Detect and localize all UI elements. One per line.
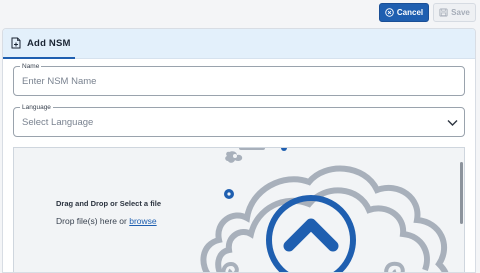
save-label: Save (451, 8, 470, 17)
add-document-icon (11, 37, 21, 49)
scroll-thumb[interactable] (460, 162, 463, 224)
chevron-down-icon[interactable] (447, 119, 458, 127)
file-dropzone[interactable]: Drag and Drop or Select a file Drop file… (13, 147, 465, 272)
language-select[interactable]: Language Select Language (13, 103, 465, 137)
tab-title: Add NSM (27, 37, 71, 49)
panel-header: Add NSM (3, 29, 475, 59)
save-icon (439, 8, 448, 17)
tab-add-nsm[interactable]: Add NSM (3, 29, 75, 59)
language-label: Language (20, 103, 53, 112)
cancel-label: Cancel (396, 8, 424, 17)
browse-link[interactable]: browse (129, 216, 156, 226)
add-nsm-panel: Add NSM Name Enter NSM Name Language Sel… (2, 28, 476, 273)
dropzone-hint: Drop file(s) here or browse (56, 216, 157, 226)
name-placeholder: Enter NSM Name (22, 76, 97, 87)
dropzone-title: Drag and Drop or Select a file (56, 199, 162, 208)
language-placeholder: Select Language (22, 117, 94, 128)
cancel-button[interactable]: Cancel (379, 3, 429, 22)
close-circle-icon (385, 8, 394, 17)
action-bar: Cancel Save (0, 0, 480, 26)
dropzone-scrollbar[interactable] (459, 148, 464, 272)
name-field[interactable]: Name Enter NSM Name (13, 62, 465, 96)
cloud-upload-illustration (200, 148, 449, 272)
dropzone-hint-text: Drop file(s) here or (56, 216, 127, 226)
save-button[interactable]: Save (433, 3, 476, 22)
name-label: Name (20, 62, 42, 71)
